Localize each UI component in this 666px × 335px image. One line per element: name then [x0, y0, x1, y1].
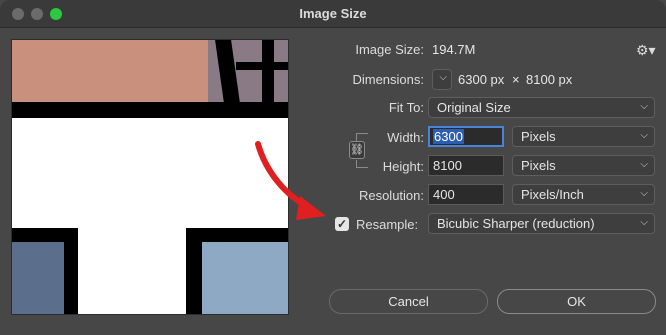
resolution-unit-select[interactable]: Pixels/Inch ⌵ [512, 184, 655, 205]
cancel-button[interactable]: Cancel [329, 289, 488, 314]
preview-white-area [12, 118, 288, 228]
image-size-value: 194.7M [432, 42, 476, 57]
resolution-unit-value: Pixels/Inch [521, 187, 584, 202]
height-unit-value: Pixels [521, 158, 556, 173]
resolution-input[interactable]: 400 [428, 184, 504, 205]
resample-checkbox[interactable]: ✓ [335, 217, 349, 231]
ok-button[interactable]: OK [497, 289, 656, 314]
width-input[interactable]: 6300 [428, 126, 504, 147]
chevron-down-icon: ⌵ [640, 101, 648, 112]
width-unit-select[interactable]: Pixels ⌵ [512, 126, 655, 147]
fit-to-select[interactable]: Original Size ⌵ [428, 97, 655, 118]
gear-icon[interactable]: ⚙▾ [636, 42, 656, 59]
height-input[interactable]: 8100 [428, 155, 504, 176]
resolution-value: 400 [433, 187, 455, 202]
chevron-down-icon: ⌵ [640, 188, 648, 199]
window-title: Image Size [299, 6, 367, 21]
title-bar: Image Size [0, 0, 666, 28]
preview-blue-pane [12, 242, 64, 314]
image-preview[interactable] [11, 39, 289, 315]
resample-value: Bicubic Sharper (reduction) [437, 216, 595, 231]
chevron-down-icon: ⌵ [640, 159, 648, 170]
preview-frame-bar [12, 102, 288, 118]
fit-to-label: Fit To: [388, 100, 424, 115]
width-value: 6300 [433, 129, 464, 144]
chevron-down-icon: ⌵ [439, 72, 447, 83]
resample-select[interactable]: Bicubic Sharper (reduction) ⌵ [428, 213, 655, 234]
width-label: Width: [387, 130, 424, 145]
preview-frame-bar [262, 40, 274, 102]
chevron-down-icon: ⌵ [640, 217, 648, 228]
image-size-label: Image Size: [355, 42, 424, 57]
dimensions-height: 8100 px [526, 72, 573, 87]
width-unit-value: Pixels [521, 129, 556, 144]
annotation-arrow [255, 141, 326, 220]
height-label: Height: [382, 159, 424, 174]
resolution-label: Resolution: [358, 188, 424, 203]
dimensions-label: Dimensions: [352, 72, 424, 87]
fit-to-value: Original Size [437, 100, 511, 115]
preview-white-area [78, 228, 186, 314]
height-unit-select[interactable]: Pixels ⌵ [512, 155, 655, 176]
chevron-down-icon: ⌵ [640, 130, 648, 141]
image-size-dialog: Image Size ⚙▾ Image Size: 194.7M Dimensi… [0, 0, 666, 335]
dimensions-units-toggle[interactable]: ⌵ [432, 69, 452, 90]
preview-blue-pane [202, 242, 288, 314]
resample-label: Resample: [356, 217, 419, 232]
dimensions-separator: × [512, 72, 520, 87]
height-value: 8100 [433, 158, 462, 173]
dimensions-width: 6300 px [458, 72, 505, 87]
